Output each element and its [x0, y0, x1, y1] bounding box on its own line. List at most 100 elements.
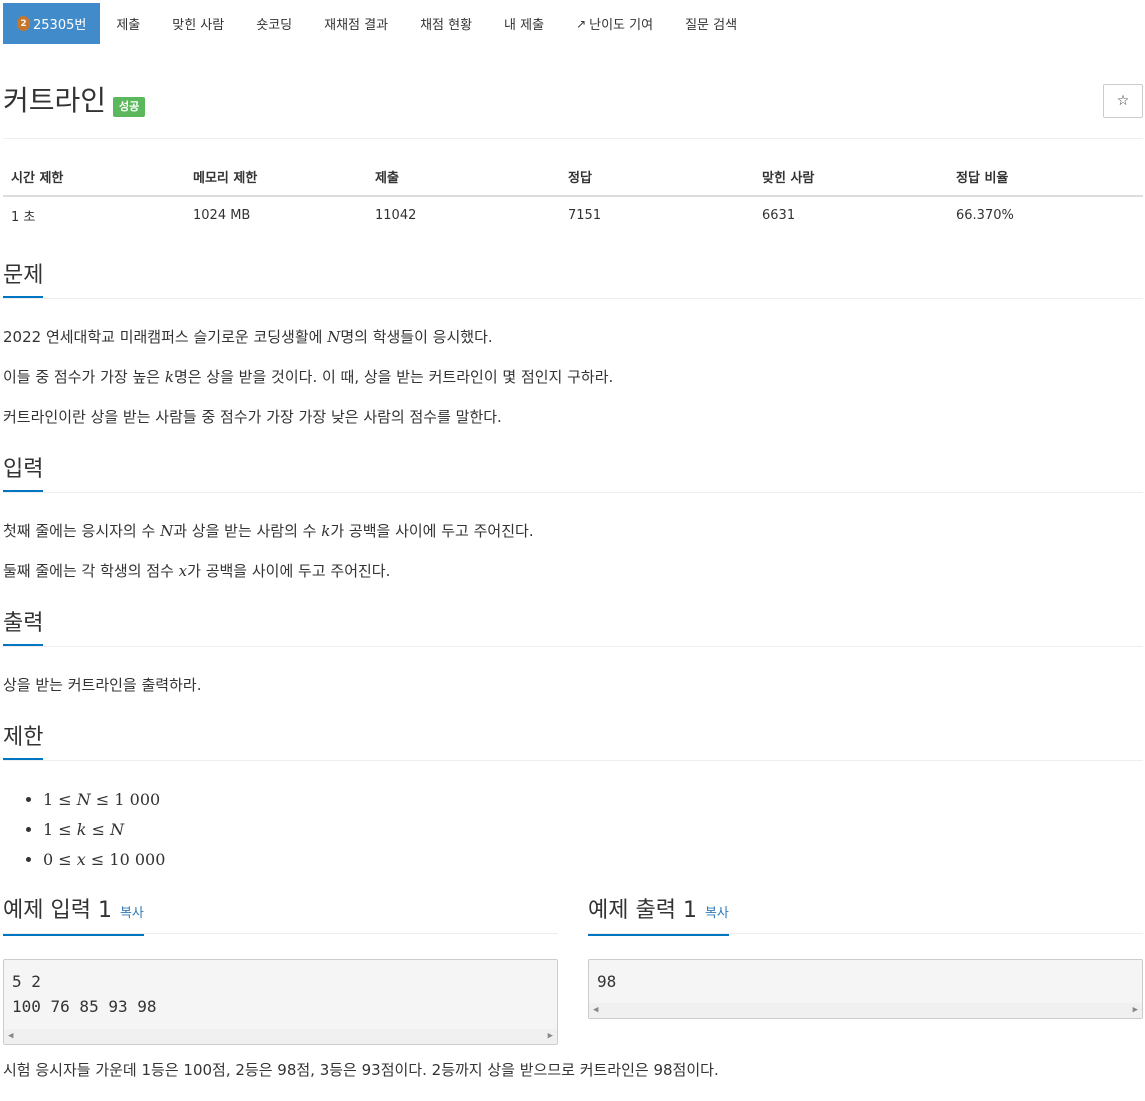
section-heading: 문제 — [3, 258, 44, 298]
problem-paragraph: 커트라인이란 상을 받는 사람들 중 점수가 가장 가장 낮은 사람의 점수를 … — [3, 408, 502, 426]
star-button[interactable]: ☆ — [1103, 84, 1143, 118]
math-op: ≤ — [91, 820, 105, 839]
stats-cell: 1024 MB — [193, 208, 251, 223]
stats-header: 정답 비율 — [948, 158, 1143, 197]
section-heading: 예제 출력 1 복사 — [588, 893, 729, 936]
section-heading: 제한 — [3, 720, 44, 760]
section-heading: 입력 — [3, 452, 44, 492]
math-var: x — [76, 850, 86, 869]
math-num: 10 000 — [109, 850, 166, 869]
tab-submit[interactable]: 제출 — [100, 3, 156, 44]
tab-status[interactable]: 채점 현황 — [404, 3, 488, 44]
stats-header: 제출 — [367, 158, 560, 197]
tab-my-submissions[interactable]: 내 제출 — [488, 3, 560, 44]
copy-sample-input-button[interactable]: 복사 — [120, 906, 144, 921]
output-paragraph: 상을 받는 커트라인을 출력하라. — [3, 676, 202, 694]
input-section-head: 입력 — [3, 452, 1143, 493]
horizontal-scrollbar[interactable]: ◀ ▶ — [4, 1029, 557, 1044]
math-var: N — [110, 820, 125, 839]
math-op: ≤ — [58, 850, 72, 869]
math-num: 0 — [43, 850, 54, 869]
sample-input-head: 예제 입력 1 복사 — [3, 893, 558, 936]
text: 가 공백을 사이에 두고 주어진다. — [330, 522, 534, 540]
section-heading: 출력 — [3, 606, 44, 646]
sample-output-title: 예제 출력 1 — [588, 898, 697, 923]
tab-problem[interactable]: 2 25305번 — [3, 3, 101, 44]
math-var: k — [76, 820, 87, 839]
sample-output-box[interactable]: 98 ◀ ▶ — [588, 959, 1143, 1019]
tab-solvers[interactable]: 맞힌 사람 — [156, 3, 240, 44]
problem-stats-table: 시간 제한 메모리 제한 제출 정답 맞힌 사람 정답 비율 1 초 1024 … — [3, 158, 1143, 234]
input-paragraph: 첫째 줄에는 응시자의 수 N과 상을 받는 사람의 수 k가 공백을 사이에 … — [3, 520, 534, 542]
math-op: ≤ — [95, 790, 110, 809]
stats-cell: 1 초 — [11, 210, 36, 225]
text: 둘째 줄에는 각 학생의 점수 — [3, 562, 179, 580]
tab-rejudge[interactable]: 재채점 결과 — [308, 3, 404, 44]
tab-problem-label: 25305번 — [33, 18, 87, 33]
math-num: 1 — [43, 820, 54, 839]
stats-header: 맞힌 사람 — [754, 158, 948, 197]
list-item: 1 ≤ k ≤ N — [43, 818, 165, 848]
input-paragraph: 둘째 줄에는 각 학생의 점수 x가 공백을 사이에 두고 주어진다. — [3, 560, 390, 582]
text: 2022 연세대학교 미래캠퍼스 슬기로운 코딩생활에 — [3, 328, 328, 346]
tab-difficulty-label: 난이도 기여 — [589, 18, 654, 33]
sample-input-title: 예제 입력 1 — [3, 898, 112, 923]
limit-list: 1 ≤ N ≤ 1 000 1 ≤ k ≤ N 0 ≤ x ≤ 10 000 — [3, 788, 165, 878]
math-var: x — [178, 562, 188, 580]
stats-header: 시간 제한 — [3, 158, 185, 197]
problem-nav: 2 25305번 제출 맞힌 사람 숏코딩 재채점 결과 채점 현황 내 제출 … — [3, 3, 753, 44]
text: 명의 학생들이 응시했다. — [340, 328, 493, 346]
page-title: 커트라인 — [3, 84, 107, 117]
stats-cell: 66.370% — [956, 208, 1014, 223]
tab-difficulty[interactable]: ↗ 난이도 기여 — [560, 3, 669, 44]
math-var: k — [164, 368, 174, 386]
status-badge: 성공 — [113, 97, 146, 117]
stats-cell: 6631 — [762, 208, 796, 223]
scroll-right-icon[interactable]: ▶ — [1133, 1005, 1138, 1015]
problem-paragraph: 2022 연세대학교 미래캠퍼스 슬기로운 코딩생활에 N명의 학생들이 응시했… — [3, 326, 493, 348]
scroll-right-icon[interactable]: ▶ — [548, 1031, 553, 1041]
scroll-left-icon[interactable]: ◀ — [8, 1031, 13, 1041]
stats-cell: 7151 — [568, 208, 602, 223]
math-var: N — [160, 522, 174, 540]
table-row: 1 초 1024 MB 11042 7151 6631 66.370% — [3, 196, 1143, 234]
horizontal-scrollbar[interactable]: ◀ ▶ — [589, 1003, 1142, 1018]
tab-short-coding[interactable]: 숏코딩 — [240, 3, 308, 44]
stats-header: 정답 — [560, 158, 754, 197]
star-icon: ☆ — [1116, 93, 1130, 109]
output-section-head: 출력 — [3, 606, 1143, 647]
math-var: N — [327, 328, 341, 346]
tier-badge-icon: 2 — [17, 16, 30, 31]
text: 명은 상을 받을 것이다. 이 때, 상을 받는 커트라인이 몇 점인지 구하라… — [173, 368, 614, 386]
stats-cell: 11042 — [375, 208, 417, 223]
math-num: 1 — [43, 790, 54, 809]
text: 첫째 줄에는 응시자의 수 — [3, 522, 161, 540]
external-link-icon: ↗ — [576, 16, 587, 31]
math-var: N — [76, 790, 91, 809]
list-item: 1 ≤ N ≤ 1 000 — [43, 788, 165, 818]
sample-output-head: 예제 출력 1 복사 — [588, 893, 1143, 936]
problem-section-head: 문제 — [3, 258, 1143, 299]
stats-header-row: 시간 제한 메모리 제한 제출 정답 맞힌 사람 정답 비율 — [3, 158, 1143, 197]
problem-paragraph: 이들 중 점수가 가장 높은 k명은 상을 받을 것이다. 이 때, 상을 받는… — [3, 366, 613, 388]
limit-section-head: 제한 — [3, 720, 1143, 761]
stats-header: 메모리 제한 — [185, 158, 367, 197]
section-heading: 예제 입력 1 복사 — [3, 893, 144, 936]
tab-questions[interactable]: 질문 검색 — [669, 3, 753, 44]
sample-explanation: 시험 응시자들 가운데 1등은 100점, 2등은 98점, 3등은 93점이다… — [3, 1061, 719, 1079]
sample-input-box[interactable]: 5 2 100 76 85 93 98 ◀ ▶ — [3, 959, 558, 1045]
text: 과 상을 받는 사람의 수 — [173, 522, 322, 540]
problem-page: 2 25305번 제출 맞힌 사람 숏코딩 재채점 결과 채점 현황 내 제출 … — [0, 0, 1145, 1101]
sample-output-text: 98 — [597, 972, 617, 991]
copy-sample-output-button[interactable]: 복사 — [705, 906, 729, 921]
title-row: 커트라인 성공 ☆ — [3, 84, 1143, 139]
sample-input-text: 5 2 100 76 85 93 98 — [12, 972, 157, 1016]
math-var: k — [321, 522, 331, 540]
math-op: ≤ — [58, 790, 72, 809]
math-op: ≤ — [90, 850, 105, 869]
scroll-left-icon[interactable]: ◀ — [593, 1005, 598, 1015]
list-item: 0 ≤ x ≤ 10 000 — [43, 848, 165, 878]
text: 가 공백을 사이에 두고 주어진다. — [187, 562, 391, 580]
math-op: ≤ — [58, 820, 72, 839]
text: 이들 중 점수가 가장 높은 — [3, 368, 165, 386]
